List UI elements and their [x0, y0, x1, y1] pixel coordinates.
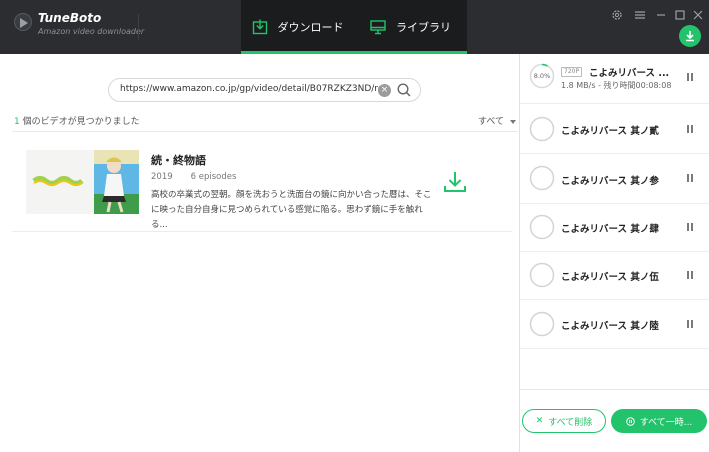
video-year: 2019: [151, 172, 173, 182]
close-icon: [693, 10, 703, 20]
maximize-icon: [675, 10, 685, 20]
pause-icon[interactable]: [687, 125, 695, 133]
video-poster-icon: [26, 150, 139, 214]
queue-item-title: こよみリバース 其ノ伍: [561, 272, 659, 283]
results-summary-text: 個のビデオが見つかりました: [19, 117, 140, 127]
results-summary: 1 個のビデオが見つかりました: [14, 114, 140, 127]
divider: [138, 14, 139, 40]
download-box-icon: [252, 19, 267, 35]
chevron-down-icon: [510, 119, 517, 124]
queue-item-title: こよみリバース 其ノ参: [561, 176, 659, 187]
menu-button[interactable]: [633, 8, 647, 22]
queue-item: こよみリバース 其ノ参: [520, 154, 709, 204]
close-icon: ✕: [535, 416, 544, 426]
search-icon[interactable]: [396, 82, 412, 98]
queue-item: こよみリバース 其ノ肆: [520, 202, 709, 252]
minimize-icon: [657, 14, 665, 16]
url-search-box[interactable]: https://www.amazon.co.jp/gp/video/detail…: [108, 78, 421, 102]
delete-all-label: すべて削除: [548, 417, 593, 428]
pause-icon[interactable]: [687, 320, 695, 328]
queue-item-title: こよみリバース 其ノ陸: [561, 321, 659, 332]
tab-library-label: ライブラリ: [396, 21, 451, 34]
progress-ring: [529, 311, 555, 337]
tab-download[interactable]: ダウンロード: [241, 0, 354, 54]
title-bar: TuneBoto Amazon video downloader ダウンロード …: [0, 0, 709, 54]
pause-icon[interactable]: [687, 223, 695, 231]
queue-item: こよみリバース 其ノ貳: [520, 104, 709, 154]
queue-item: こよみリバース 其ノ陸: [520, 299, 709, 349]
video-thumbnail: [26, 150, 139, 214]
monitor-icon: [370, 20, 386, 35]
play-icon: [20, 18, 28, 28]
app-subtitle: Amazon video downloader: [38, 27, 145, 36]
progress-percent: 8.0%: [533, 72, 551, 80]
progress-ring: [529, 165, 555, 191]
pause-icon[interactable]: [687, 174, 695, 182]
progress-ring: [529, 116, 555, 142]
video-episodes: 6 episodes: [190, 172, 237, 182]
download-queue-button[interactable]: [679, 25, 701, 47]
queue-item: こよみリバース 其ノ伍: [520, 250, 709, 300]
settings-button[interactable]: [610, 8, 624, 22]
pause-icon[interactable]: [687, 73, 695, 81]
queue-item-title: こよみリバース 其ノ貳: [561, 126, 659, 137]
pause-all-button[interactable]: すべて一時...: [611, 409, 707, 433]
main-content: https://www.amazon.co.jp/gp/video/detail…: [0, 54, 519, 452]
progress-ring: [529, 214, 555, 240]
gear-icon: [612, 10, 622, 20]
download-icon[interactable]: [443, 170, 467, 194]
filter-dropdown[interactable]: すべて: [478, 114, 517, 127]
queue-footer: ✕ すべて削除 すべて一時...: [520, 389, 709, 452]
download-icon: [686, 31, 694, 42]
quality-badge: 720P: [561, 67, 583, 77]
video-description: 高校の卒業式の翌朝。顔を洗おうと洗面台の鏡に向かい合った暦は、そこに映った自分自…: [151, 190, 432, 230]
video-meta: 2019 6 episodes: [151, 172, 236, 182]
pause-all-label: すべて一時...: [639, 417, 693, 428]
queue-item: 8.0% 720P こよみリバース ... 1.8 MB/s - 残り時間00:…: [520, 54, 709, 104]
pause-circle-icon: [625, 416, 635, 426]
tab-library[interactable]: ライブラリ: [354, 0, 467, 54]
queue-item-status: 1.8 MB/s - 残り時間00:08:08: [561, 81, 672, 90]
delete-all-button[interactable]: ✕ すべて削除: [522, 409, 606, 433]
progress-ring: [529, 262, 555, 288]
maximize-button[interactable]: [673, 8, 687, 22]
url-input[interactable]: https://www.amazon.co.jp/gp/video/detail…: [120, 84, 386, 94]
main-tabs: ダウンロード ライブラリ: [241, 0, 467, 54]
download-queue-panel: 8.0% 720P こよみリバース ... 1.8 MB/s - 残り時間00:…: [519, 54, 709, 452]
minimize-button[interactable]: [654, 8, 668, 22]
clear-icon[interactable]: ×: [378, 84, 391, 97]
pause-icon[interactable]: [687, 271, 695, 279]
close-button[interactable]: [691, 8, 705, 22]
queue-item-title: こよみリバース ...: [589, 68, 670, 79]
menu-icon: [635, 11, 645, 19]
filter-label: すべて: [478, 117, 505, 127]
video-result-row: 続・終物語 2019 6 episodes 高校の卒業式の翌朝。顔を洗おうと洗面台…: [12, 132, 512, 232]
app-name: TuneBoto: [38, 11, 102, 25]
tab-download-label: ダウンロード: [277, 21, 344, 34]
queue-item-title: こよみリバース 其ノ肆: [561, 224, 659, 235]
video-title: 続・終物語: [151, 154, 206, 167]
